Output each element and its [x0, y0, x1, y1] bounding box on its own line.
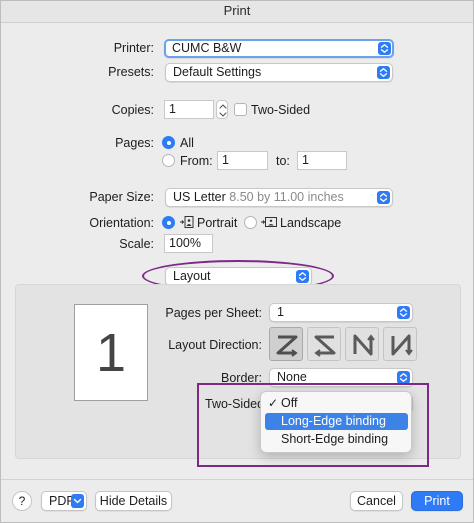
- printer-value: CUMC B&W: [172, 41, 242, 55]
- window-title: Print: [1, 1, 473, 23]
- paper-size-value: US Letter: [173, 190, 226, 204]
- layout-direction-label: Layout Direction:: [168, 338, 262, 352]
- chevron-down-icon: [71, 494, 84, 508]
- landscape-label: Landscape: [280, 216, 342, 230]
- direction-reverse-z-button[interactable]: [307, 327, 341, 361]
- pages-to-label: to:: [276, 154, 290, 168]
- footer-divider: [1, 479, 473, 480]
- copies-label: Copies:: [111, 103, 154, 117]
- paper-size-detail: 8.50 by 11.00 inches: [229, 190, 344, 204]
- presets-label: Presets:: [108, 65, 154, 79]
- annotation-box: [197, 383, 429, 467]
- direction-n-down-button[interactable]: [345, 327, 379, 361]
- popup-chevron-icon: [377, 191, 390, 204]
- pages-label: Pages:: [115, 136, 154, 150]
- presets-popup[interactable]: Default Settings: [165, 63, 393, 82]
- direction-n-down-icon: [353, 334, 375, 356]
- copies-field[interactable]: 1: [164, 100, 214, 119]
- printer-label: Printer:: [113, 41, 154, 55]
- direction-n-reverse-button[interactable]: [383, 327, 417, 361]
- copies-stepper[interactable]: [216, 100, 228, 119]
- scale-label: Scale:: [119, 237, 154, 251]
- pages-per-sheet-label: Pages per Sheet:: [165, 306, 262, 320]
- orientation-portrait-radio[interactable]: [162, 216, 175, 229]
- pages-from-radio[interactable]: [162, 154, 175, 167]
- print-dialog: Print Printer: CUMC B&W Presets: Default…: [0, 0, 474, 523]
- direction-z-button[interactable]: [269, 327, 303, 361]
- orientation-landscape-radio[interactable]: [244, 216, 257, 229]
- direction-z-icon: [276, 335, 298, 357]
- pages-per-sheet-value: 1: [277, 305, 284, 319]
- paper-size-popup[interactable]: US Letter 8.50 by 11.00 inches: [165, 188, 393, 207]
- two-sided-checkbox[interactable]: [234, 103, 247, 116]
- direction-n-reverse-icon: [391, 334, 413, 356]
- pages-from-label: From:: [180, 154, 213, 168]
- paper-size-label: Paper Size:: [89, 190, 154, 204]
- pages-all-label: All: [180, 136, 194, 150]
- pages-all-radio[interactable]: [162, 136, 175, 149]
- scale-field[interactable]: 100%: [164, 234, 213, 253]
- orientation-label: Orientation:: [89, 216, 154, 230]
- print-button[interactable]: Print: [411, 491, 463, 511]
- popup-chevron-icon: [377, 66, 390, 79]
- portrait-icon: [179, 214, 195, 233]
- help-button[interactable]: ?: [12, 491, 32, 511]
- printer-popup[interactable]: CUMC B&W: [164, 39, 394, 58]
- popup-chevron-icon: [397, 306, 410, 319]
- pages-per-sheet-popup[interactable]: 1: [269, 303, 413, 322]
- pages-from-field[interactable]: 1: [217, 151, 268, 170]
- two-sided-label: Two-Sided: [251, 103, 311, 117]
- hide-details-button[interactable]: Hide Details: [95, 491, 172, 511]
- presets-value: Default Settings: [173, 65, 262, 79]
- popup-chevron-icon: [378, 42, 391, 55]
- border-value: None: [277, 370, 307, 384]
- landscape-icon: [260, 214, 278, 233]
- pages-to-field[interactable]: 1: [297, 151, 347, 170]
- page-preview: 1: [74, 304, 148, 401]
- portrait-label: Portrait: [197, 216, 238, 230]
- cancel-button[interactable]: Cancel: [350, 491, 403, 511]
- direction-reverse-z-icon: [314, 335, 336, 357]
- pdf-menu-button[interactable]: PDF: [41, 491, 87, 511]
